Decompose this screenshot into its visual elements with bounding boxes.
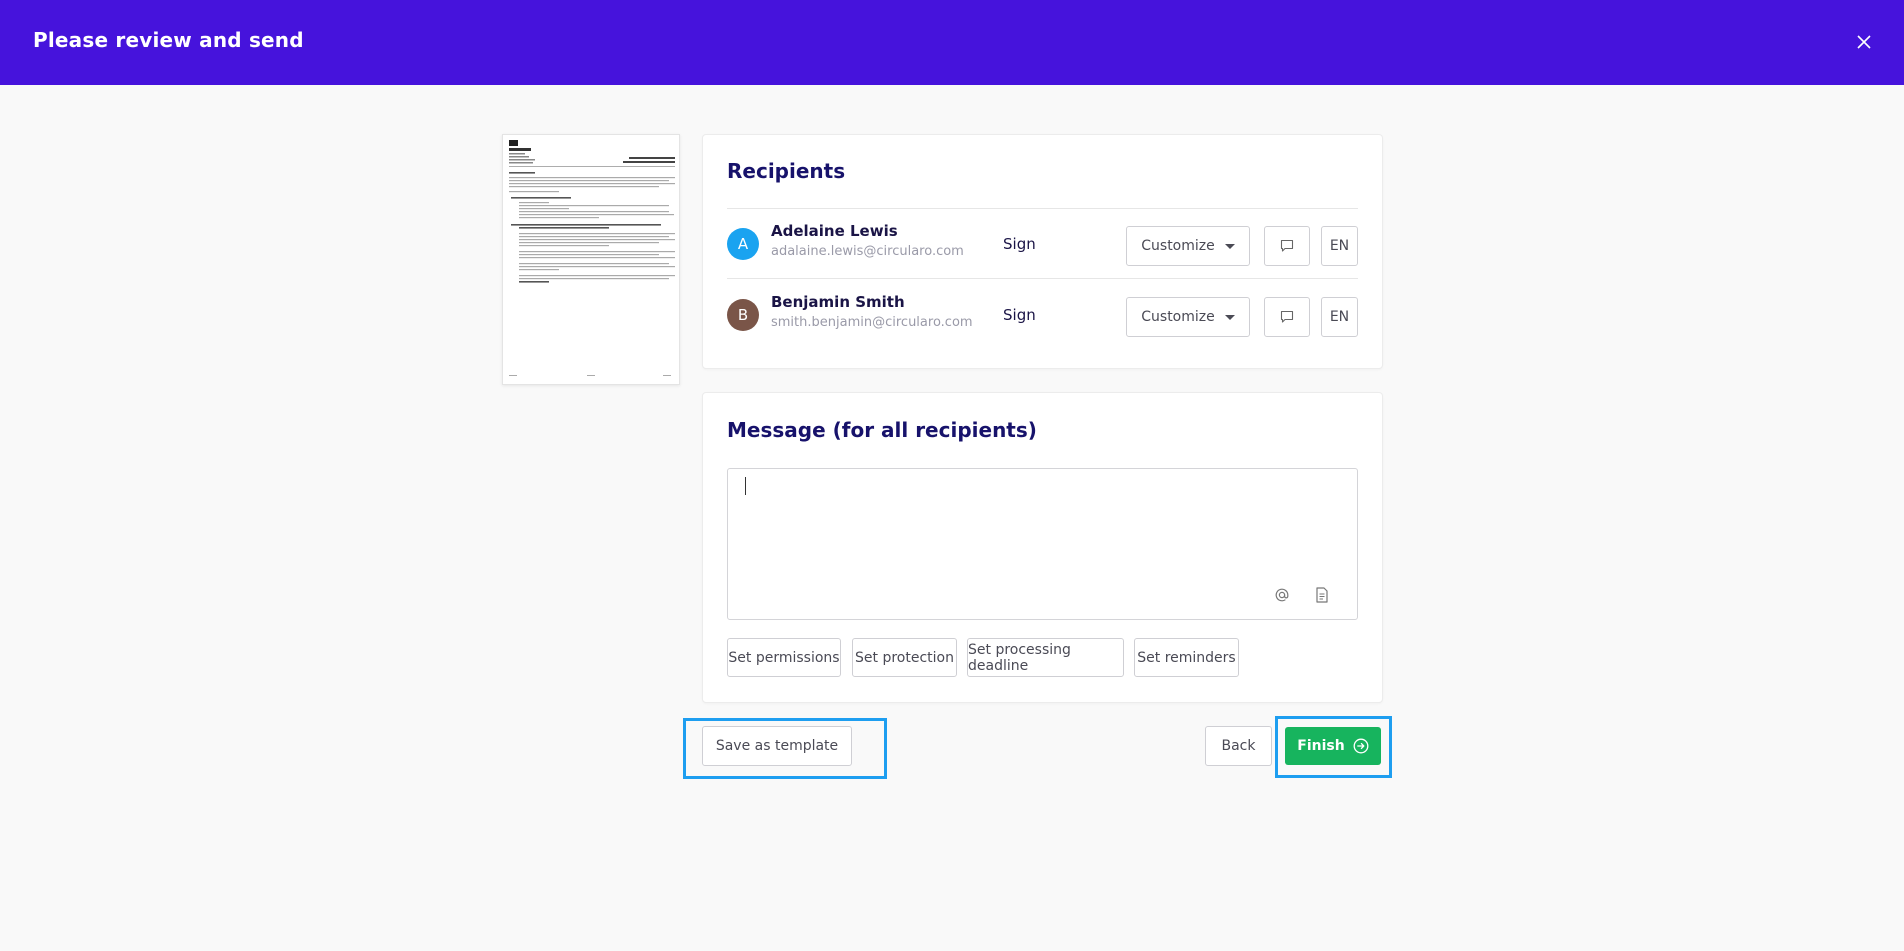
mention-icon[interactable] <box>1273 586 1291 604</box>
customize-button[interactable]: Customize <box>1126 297 1250 337</box>
finish-button[interactable]: Finish <box>1285 727 1381 765</box>
modal-header: Please review and send <box>0 0 1904 85</box>
set-protection-button[interactable]: Set protection <box>852 638 957 677</box>
caret-down-icon <box>1224 314 1235 320</box>
recipient-role: Sign <box>1003 306 1036 324</box>
document-thumbnail[interactable] <box>502 134 680 385</box>
language-button[interactable]: EN <box>1321 297 1358 337</box>
recipients-card: Recipients A Adelaine Lewis adalaine.lew… <box>702 134 1383 369</box>
recipient-name: Adelaine Lewis <box>771 222 898 240</box>
finish-label: Finish <box>1297 738 1345 754</box>
recipient-row: B Benjamin Smith smith.benjamin@circular… <box>727 279 1358 349</box>
recipient-row: A Adelaine Lewis adalaine.lewis@circular… <box>727 208 1358 278</box>
document-icon[interactable] <box>1313 586 1331 604</box>
comment-button[interactable] <box>1264 226 1310 266</box>
modal-title: Please review and send <box>33 28 304 52</box>
set-reminders-button[interactable]: Set reminders <box>1134 638 1239 677</box>
customize-label: Customize <box>1141 238 1215 254</box>
close-icon[interactable] <box>1852 30 1876 54</box>
text-cursor <box>745 477 746 495</box>
set-permissions-button[interactable]: Set permissions <box>727 638 841 677</box>
comment-icon <box>1280 310 1294 323</box>
recipient-role: Sign <box>1003 235 1036 253</box>
message-title: Message (for all recipients) <box>727 418 1037 442</box>
save-as-template-button[interactable]: Save as template <box>702 726 852 766</box>
message-card: Message (for all recipients) Set permiss… <box>702 392 1383 703</box>
comment-icon <box>1280 239 1294 252</box>
customize-label: Customize <box>1141 309 1215 325</box>
message-input[interactable] <box>727 468 1358 620</box>
comment-button[interactable] <box>1264 297 1310 337</box>
recipient-email: smith.benjamin@circularo.com <box>771 315 973 330</box>
language-button[interactable]: EN <box>1321 226 1358 266</box>
set-processing-deadline-button[interactable]: Set processing deadline <box>967 638 1124 677</box>
avatar: A <box>727 228 759 260</box>
recipient-name: Benjamin Smith <box>771 293 905 311</box>
caret-down-icon <box>1224 243 1235 249</box>
recipient-email: adalaine.lewis@circularo.com <box>771 244 964 259</box>
arrow-right-circle-icon <box>1353 738 1369 754</box>
avatar: B <box>727 299 759 331</box>
recipients-title: Recipients <box>727 159 846 183</box>
back-button[interactable]: Back <box>1205 726 1272 766</box>
customize-button[interactable]: Customize <box>1126 226 1250 266</box>
